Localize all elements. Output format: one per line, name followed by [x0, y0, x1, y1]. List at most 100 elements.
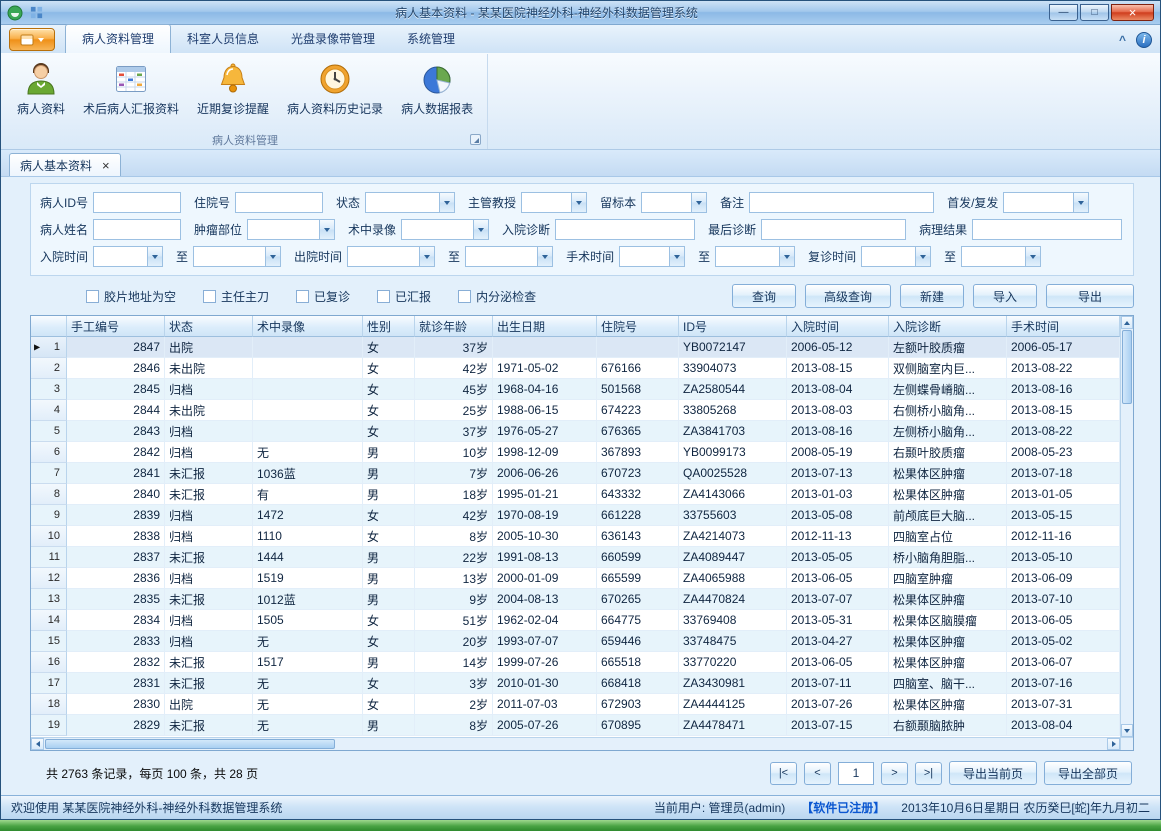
cell-手工编号[interactable]: 2838 — [67, 526, 165, 547]
ribbon-tab-1[interactable]: 病人资料管理 — [65, 24, 171, 54]
cell-入院诊断[interactable]: 松果体区肿瘤 — [889, 589, 1007, 610]
cell-入院诊断[interactable]: 四脑室占位 — [889, 526, 1007, 547]
filter-combo-手术时间[interactable] — [619, 246, 685, 267]
cell-ID号[interactable]: ZA4470824 — [679, 589, 787, 610]
cell-状态[interactable]: 未汇报 — [165, 547, 253, 568]
grid-header-住院号[interactable]: 住院号 — [597, 316, 679, 337]
grid-row[interactable]: 182830出院无女2岁2011-07-03672903ZA4444125201… — [31, 694, 1120, 715]
button-高级查询[interactable]: 高级查询 — [805, 284, 891, 308]
cell-就诊年龄[interactable]: 10岁 — [415, 442, 493, 463]
cell-性别[interactable]: 男 — [363, 442, 415, 463]
cell-住院号[interactable]: 670895 — [597, 715, 679, 736]
cell-住院号[interactable]: 661228 — [597, 505, 679, 526]
cell-手术时间[interactable]: 2013-07-10 — [1007, 589, 1120, 610]
grid-row[interactable]: 82840未汇报有男18岁1995-01-21643332ZA414306620… — [31, 484, 1120, 505]
cell-手工编号[interactable]: 2835 — [67, 589, 165, 610]
grid-row[interactable]: 32845归档女45岁1968-04-16501568ZA25805442013… — [31, 379, 1120, 400]
cell-术中录像[interactable]: 1519 — [253, 568, 363, 589]
checkbox-icon[interactable] — [296, 290, 309, 303]
cell-手术时间[interactable]: 2013-05-15 — [1007, 505, 1120, 526]
checkbox-icon[interactable] — [458, 290, 471, 303]
cell-出生日期[interactable]: 2006-06-26 — [493, 463, 597, 484]
cell-性别[interactable]: 男 — [363, 715, 415, 736]
dropdown-arrow-icon[interactable] — [779, 247, 794, 266]
filter-input-备注[interactable] — [749, 192, 934, 213]
filter-input-病理结果[interactable] — [972, 219, 1122, 240]
button-导出[interactable]: 导出 — [1046, 284, 1134, 308]
cell-入院诊断[interactable]: 松果体区肿瘤 — [889, 463, 1007, 484]
horizontal-scrollbar[interactable] — [31, 738, 1120, 750]
cell-术中录像[interactable]: 1472 — [253, 505, 363, 526]
cell-住院号[interactable]: 670723 — [597, 463, 679, 484]
cell-手工编号[interactable]: 2834 — [67, 610, 165, 631]
cell-入院时间[interactable]: 2013-07-15 — [787, 715, 889, 736]
cell-就诊年龄[interactable]: 18岁 — [415, 484, 493, 505]
cell-出生日期[interactable] — [493, 337, 597, 358]
cell-ID号[interactable]: ZA3430981 — [679, 673, 787, 694]
cell-术中录像[interactable]: 有 — [253, 484, 363, 505]
cell-性别[interactable]: 女 — [363, 337, 415, 358]
cell-住院号[interactable]: 501568 — [597, 379, 679, 400]
cell-状态[interactable]: 归档 — [165, 610, 253, 631]
next-page-button[interactable]: > — [881, 762, 908, 785]
filter-combo-状态[interactable] — [365, 192, 455, 213]
cell-入院诊断[interactable]: 双侧脑室内巨... — [889, 358, 1007, 379]
cell-ID号[interactable]: ZA4143066 — [679, 484, 787, 505]
grid-row[interactable]: 142834归档1505女51岁1962-02-0466477533769408… — [31, 610, 1120, 631]
grid-app-icon[interactable] — [29, 5, 44, 20]
checkbox-内分泌检查[interactable]: 内分泌检查 — [458, 288, 536, 305]
cell-入院诊断[interactable]: 松果体区肿瘤 — [889, 694, 1007, 715]
cell-ID号[interactable]: ZA4065988 — [679, 568, 787, 589]
cell-入院时间[interactable]: 2013-05-08 — [787, 505, 889, 526]
grid-header-手术时间[interactable]: 手术时间 — [1007, 316, 1120, 337]
cell-就诊年龄[interactable]: 37岁 — [415, 337, 493, 358]
cell-ID号[interactable]: 33769408 — [679, 610, 787, 631]
grid-row[interactable]: 42844未出院女25岁1988-06-15674223338052682013… — [31, 400, 1120, 421]
ribbon-button-病人资料历史记录[interactable]: 病人资料历史记录 — [278, 57, 392, 131]
cell-ID号[interactable]: ZA3841703 — [679, 421, 787, 442]
cell-出生日期[interactable]: 1993-07-07 — [493, 631, 597, 652]
grid-header-出生日期[interactable]: 出生日期 — [493, 316, 597, 337]
cell-入院时间[interactable]: 2012-11-13 — [787, 526, 889, 547]
grid-row[interactable]: 62842归档无男10岁1998-12-09367893YB0099173200… — [31, 442, 1120, 463]
cell-状态[interactable]: 归档 — [165, 442, 253, 463]
filter-combo-留标本[interactable] — [641, 192, 707, 213]
cell-状态[interactable]: 归档 — [165, 421, 253, 442]
checkbox-已汇报[interactable]: 已汇报 — [377, 288, 431, 305]
cell-ID号[interactable]: 33755603 — [679, 505, 787, 526]
grid-row[interactable]: 102838归档1110女8岁2005-10-30636143ZA4214073… — [31, 526, 1120, 547]
cell-出生日期[interactable]: 1968-04-16 — [493, 379, 597, 400]
last-page-button[interactable]: >| — [915, 762, 942, 785]
cell-手工编号[interactable]: 2832 — [67, 652, 165, 673]
cell-就诊年龄[interactable]: 42岁 — [415, 358, 493, 379]
cell-状态[interactable]: 未汇报 — [165, 463, 253, 484]
dropdown-arrow-icon[interactable] — [537, 247, 552, 266]
cell-入院诊断[interactable]: 左额叶胶质瘤 — [889, 337, 1007, 358]
cell-ID号[interactable]: ZA4444125 — [679, 694, 787, 715]
dropdown-arrow-icon[interactable] — [669, 247, 684, 266]
cell-入院诊断[interactable]: 四脑室肿瘤 — [889, 568, 1007, 589]
cell-状态[interactable]: 未出院 — [165, 358, 253, 379]
grid-header-入院时间[interactable]: 入院时间 — [787, 316, 889, 337]
cell-就诊年龄[interactable]: 8岁 — [415, 715, 493, 736]
prev-page-button[interactable]: < — [804, 762, 831, 785]
filter-combo-至[interactable] — [715, 246, 795, 267]
cell-就诊年龄[interactable]: 7岁 — [415, 463, 493, 484]
cell-入院诊断[interactable]: 松果体区肿瘤 — [889, 631, 1007, 652]
cell-术中录像[interactable]: 无 — [253, 673, 363, 694]
cell-入院时间[interactable]: 2013-08-03 — [787, 400, 889, 421]
cell-住院号[interactable]: 672903 — [597, 694, 679, 715]
cell-手术时间[interactable]: 2013-01-05 — [1007, 484, 1120, 505]
cell-住院号[interactable]: 367893 — [597, 442, 679, 463]
grid-row[interactable]: 192829未汇报无男8岁2005-07-26670895ZA447847120… — [31, 715, 1120, 736]
info-icon[interactable]: i — [1136, 32, 1152, 48]
vertical-scroll-track[interactable] — [1121, 405, 1133, 724]
cell-出生日期[interactable]: 1976-05-27 — [493, 421, 597, 442]
cell-术中录像[interactable] — [253, 421, 363, 442]
checkbox-icon[interactable] — [203, 290, 216, 303]
cell-入院诊断[interactable]: 桥小脑角胆脂... — [889, 547, 1007, 568]
cell-手工编号[interactable]: 2836 — [67, 568, 165, 589]
grid-header-状态[interactable]: 状态 — [165, 316, 253, 337]
ribbon-button-术后病人汇报资料[interactable]: 术后病人汇报资料 — [74, 57, 188, 131]
dropdown-arrow-icon[interactable] — [571, 193, 586, 212]
